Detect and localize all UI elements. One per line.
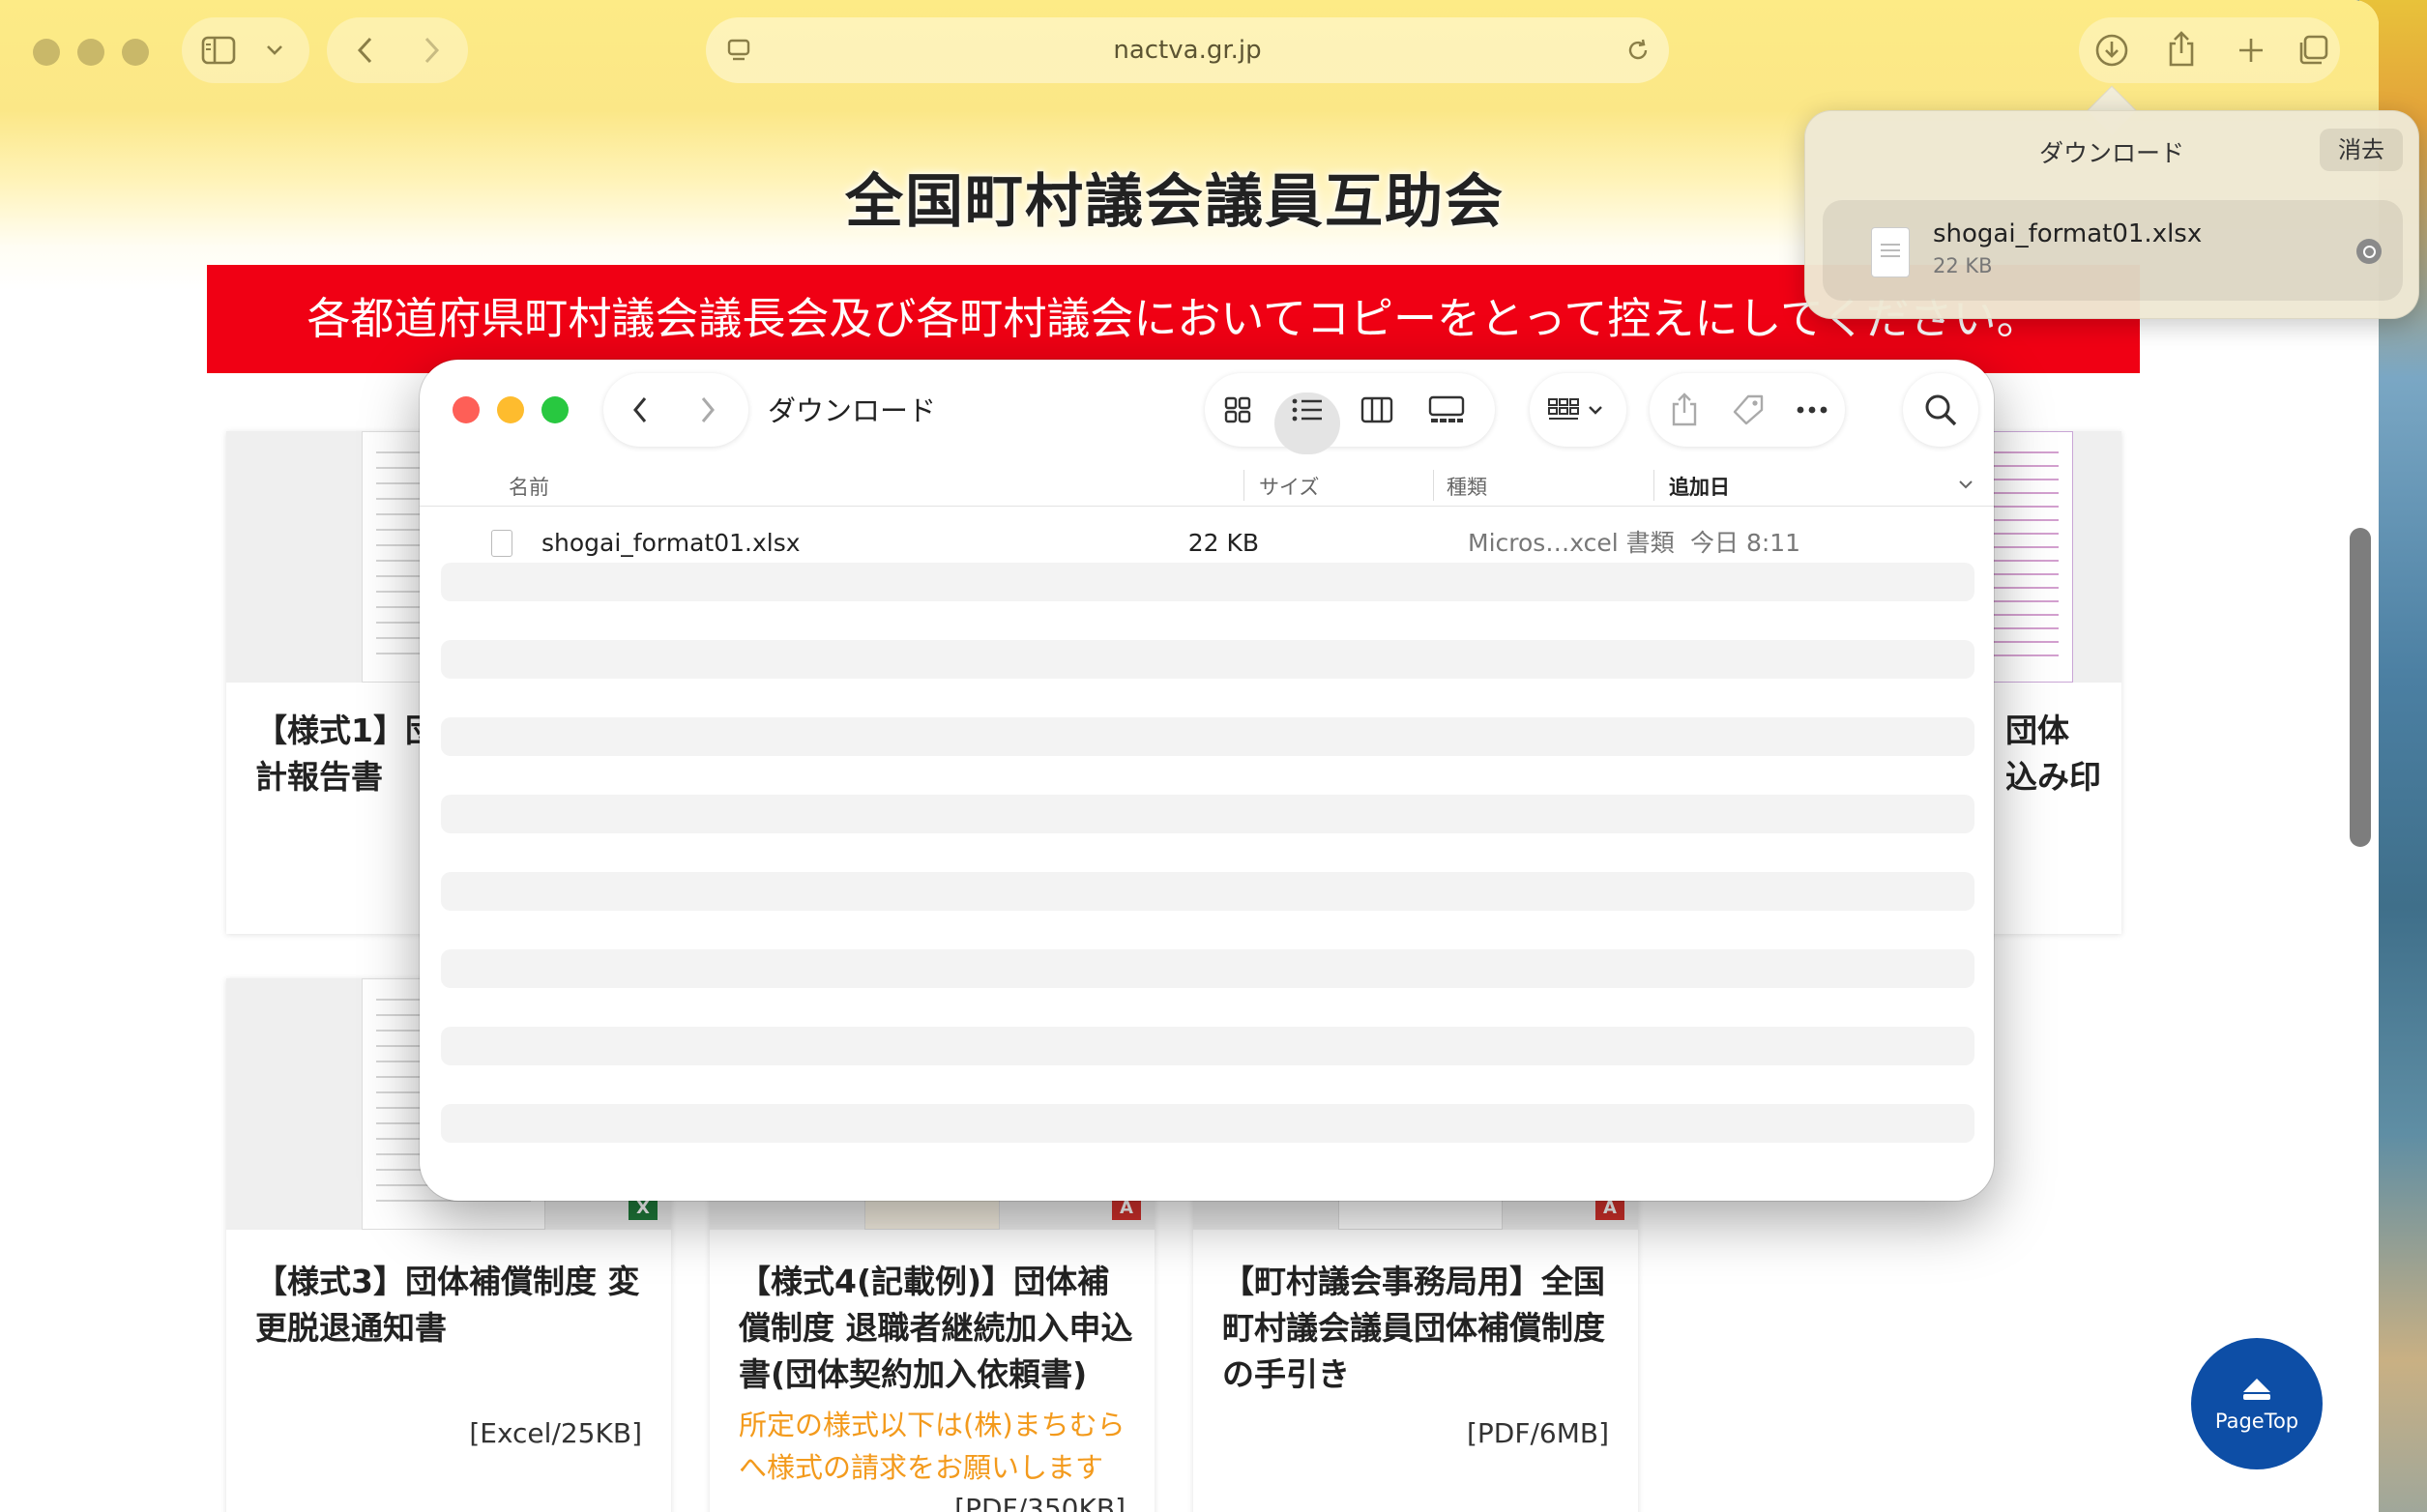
column-header-date-added[interactable]: 追加日	[1669, 472, 1730, 501]
sort-chevron-icon	[1957, 476, 1974, 493]
file-kind: Micros…xcel 書類	[1468, 529, 1675, 557]
spreadsheet-file-icon	[1871, 227, 1910, 277]
empty-row	[441, 795, 1974, 833]
reload-icon[interactable]	[1621, 33, 1655, 68]
column-header-name[interactable]: 名前	[509, 472, 549, 501]
downloads-popover: ダウンロード 消去 shogai_format01.xlsx 22 KB	[1804, 110, 2419, 319]
forward-icon[interactable]	[412, 31, 451, 70]
search-icon	[1920, 391, 1961, 429]
close-button[interactable]	[33, 39, 60, 66]
minimize-button[interactable]	[77, 39, 104, 66]
file-meta: [PDF/350KB]	[954, 1493, 1126, 1512]
empty-row	[441, 872, 1974, 911]
gallery-view-icon[interactable]	[1425, 391, 1468, 429]
empty-row	[441, 1104, 1974, 1143]
tabs-overview-icon[interactable]	[2294, 31, 2332, 70]
download-file-size: 22 KB	[1933, 254, 1993, 277]
card-note: 所定の様式以下は(株)まちむら へ様式の請求をお願いします	[739, 1409, 1126, 1484]
card-title: 【町村議会事務局用】全国 町村議会議員団体補償制度 の手引き	[1222, 1263, 1605, 1393]
empty-row	[441, 1027, 1974, 1065]
tag-icon[interactable]	[1727, 389, 1769, 431]
share-icon[interactable]	[2162, 29, 2201, 70]
spreadsheet-file-icon	[491, 530, 512, 557]
clear-downloads-button[interactable]: 消去	[2320, 129, 2403, 171]
address-bar[interactable]: nactva.gr.jp	[706, 17, 1669, 83]
sidebar-toggle-button[interactable]	[182, 17, 309, 83]
group-button[interactable]	[1530, 373, 1626, 447]
back-icon[interactable]	[621, 391, 659, 429]
chevron-down-icon	[261, 37, 288, 64]
column-header-kind[interactable]: 種類	[1447, 472, 1487, 501]
list-view-icon[interactable]	[1286, 391, 1329, 429]
empty-row	[441, 563, 1974, 601]
more-icon[interactable]	[1791, 389, 1833, 431]
icon-view-icon[interactable]	[1216, 391, 1259, 429]
file-meta: [PDF/6MB]	[1466, 1417, 1609, 1449]
action-group	[1650, 373, 1845, 447]
empty-row	[441, 949, 1974, 988]
file-row[interactable]: shogai_format01.xlsx 22 KB Micros…xcel 書…	[441, 524, 1974, 563]
finder-close-button[interactable]	[453, 396, 480, 423]
finder-title: ダウンロード	[768, 394, 937, 427]
card-title: 【様式1】団 計報告書	[255, 712, 437, 796]
column-header-size[interactable]: サイズ	[1259, 472, 1319, 501]
toolbar-right-group	[2079, 17, 2340, 83]
sidebar-icon	[199, 31, 238, 70]
column-view-icon[interactable]	[1356, 391, 1398, 429]
card-title: 団体 込み印	[2005, 712, 2101, 796]
empty-row	[441, 640, 1974, 679]
url-text: nactva.gr.jp	[1113, 36, 1262, 65]
view-switcher	[1205, 373, 1495, 454]
finder-search-button[interactable]	[1903, 373, 1978, 447]
file-date-added: 今日 8:11	[1690, 529, 1801, 557]
back-forward-group	[327, 17, 468, 83]
pagetop-button[interactable]: PageTop	[2191, 1338, 2323, 1469]
arrow-up-icon	[2243, 1379, 2270, 1392]
magnifier-icon[interactable]	[2356, 239, 2382, 264]
column-header-bar: 名前 サイズ 種類 追加日	[420, 462, 1994, 507]
forward-icon[interactable]	[688, 391, 727, 429]
empty-row	[441, 717, 1974, 756]
download-item[interactable]: shogai_format01.xlsx 22 KB	[1823, 200, 2403, 301]
card-title: 【様式3】団体補償制度 変更脱退通知書	[255, 1263, 640, 1347]
zoom-button[interactable]	[122, 39, 149, 66]
file-size: 22 KB	[1187, 529, 1259, 557]
card-title: 【様式4(記載例)】団体補 償制度 退職者継続加入申込 書(団体契約加入依頼書)	[739, 1263, 1133, 1393]
file-meta: [Excel/25KB]	[469, 1417, 642, 1449]
group-icon	[1543, 391, 1611, 429]
download-icon[interactable]	[2092, 31, 2131, 70]
download-file-name: shogai_format01.xlsx	[1933, 219, 2203, 248]
new-tab-icon[interactable]	[2232, 31, 2270, 70]
page-scrollbar[interactable]	[2350, 528, 2371, 847]
share-icon[interactable]	[1663, 389, 1706, 431]
finder-zoom-button[interactable]	[541, 396, 569, 423]
finder-minimize-button[interactable]	[497, 396, 524, 423]
back-icon[interactable]	[346, 31, 385, 70]
finder-window: ダウンロード 名前 サイズ 種類 追加日 shogai_format01.xls…	[420, 360, 1994, 1201]
finder-nav-group	[603, 373, 748, 447]
file-name: shogai_format01.xlsx	[541, 529, 801, 557]
